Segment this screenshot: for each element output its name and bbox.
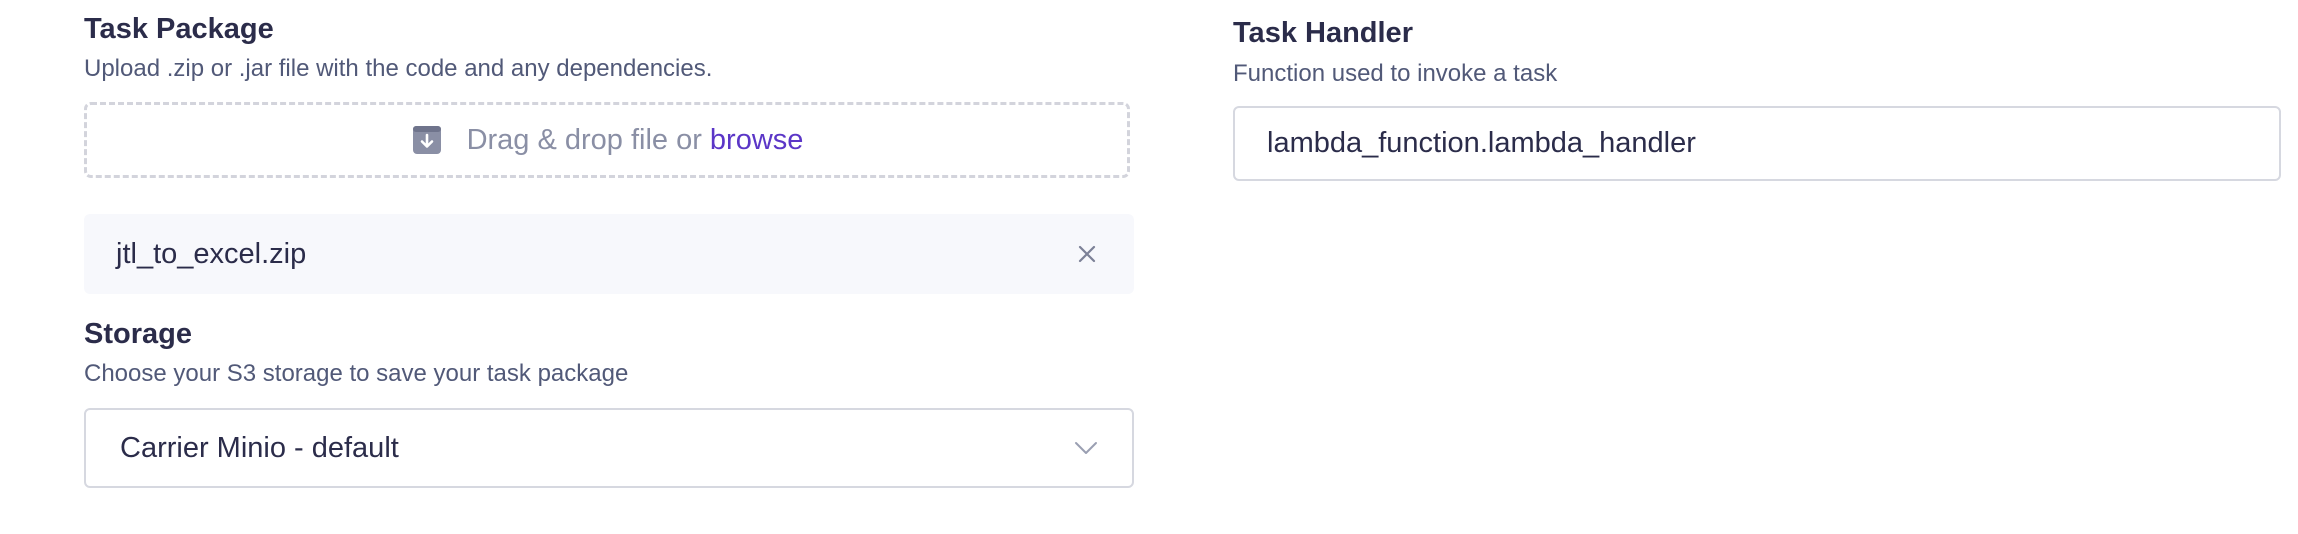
uploaded-file-chip: jtl_to_excel.zip <box>84 214 1134 294</box>
file-dropzone[interactable]: Drag & drop file or browse <box>84 102 1130 178</box>
storage-description: Choose your S3 storage to save your task… <box>84 360 629 387</box>
chevron-down-icon <box>1075 442 1097 454</box>
browse-link[interactable]: browse <box>710 124 804 157</box>
task-handler-description: Function used to invoke a task <box>1233 60 1558 87</box>
storage-title: Storage <box>84 318 192 350</box>
task-package-description: Upload .zip or .jar file with the code a… <box>84 55 713 82</box>
uploaded-file-name: jtl_to_excel.zip <box>116 237 307 270</box>
storage-select[interactable]: Carrier Minio - default <box>84 408 1134 488</box>
close-icon <box>1078 245 1096 263</box>
remove-file-button[interactable] <box>1074 241 1100 267</box>
download-box-icon <box>411 124 443 156</box>
task-handler-title: Task Handler <box>1233 17 1413 49</box>
task-package-title: Task Package <box>84 13 274 45</box>
storage-select-value: Carrier Minio - default <box>120 431 399 464</box>
dropzone-text: Drag & drop file or <box>466 123 702 156</box>
task-handler-input[interactable] <box>1233 106 2281 181</box>
